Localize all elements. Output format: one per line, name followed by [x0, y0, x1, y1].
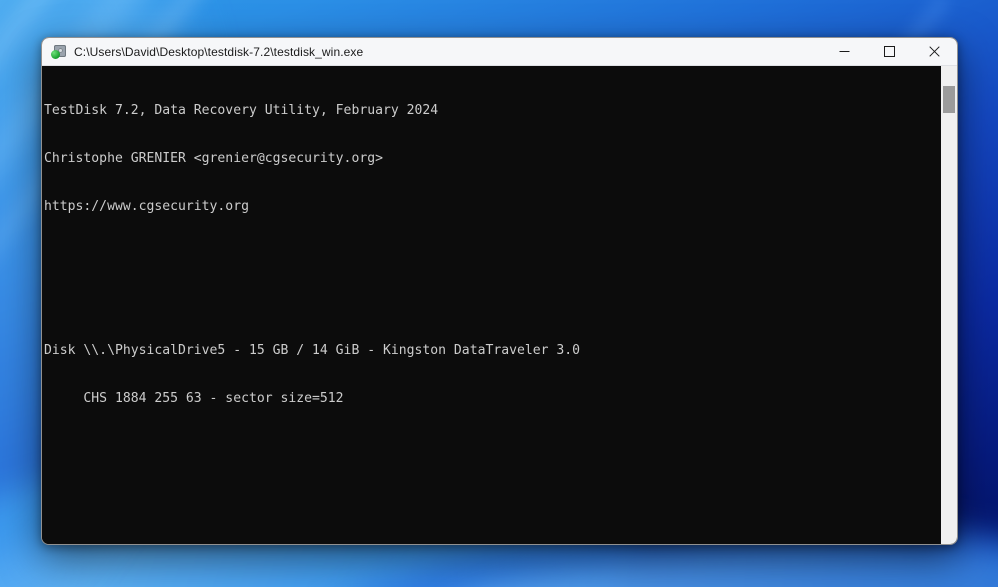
terminal-blank-line [44, 487, 941, 503]
disk-drive-icon [51, 44, 67, 60]
window-title: C:\Users\David\Desktop\testdisk-7.2\test… [74, 45, 363, 59]
terminal-blank-line [44, 247, 941, 263]
console-window[interactable]: C:\Users\David\Desktop\testdisk-7.2\test… [41, 37, 958, 545]
terminal-blank-line [44, 295, 941, 311]
window-titlebar[interactable]: C:\Users\David\Desktop\testdisk-7.2\test… [42, 38, 957, 66]
terminal-area[interactable]: TestDisk 7.2, Data Recovery Utility, Feb… [42, 66, 957, 544]
minimize-button[interactable] [822, 38, 867, 66]
terminal-line: TestDisk 7.2, Data Recovery Utility, Feb… [44, 103, 941, 119]
terminal-output: TestDisk 7.2, Data Recovery Utility, Feb… [42, 66, 941, 544]
terminal-line: Christophe GRENIER <grenier@cgsecurity.o… [44, 151, 941, 167]
scrollbar-thumb[interactable] [943, 86, 955, 113]
terminal-scrollbar[interactable] [941, 66, 957, 544]
terminal-line-disk-chs: CHS 1884 255 63 - sector size=512 [44, 391, 941, 407]
terminal-blank-line [44, 439, 941, 455]
close-button[interactable] [912, 38, 957, 66]
window-controls [822, 38, 957, 66]
maximize-button[interactable] [867, 38, 912, 66]
terminal-line: https://www.cgsecurity.org [44, 199, 941, 215]
terminal-line-disk-info: Disk \\.\PhysicalDrive5 - 15 GB / 14 GiB… [44, 343, 941, 359]
